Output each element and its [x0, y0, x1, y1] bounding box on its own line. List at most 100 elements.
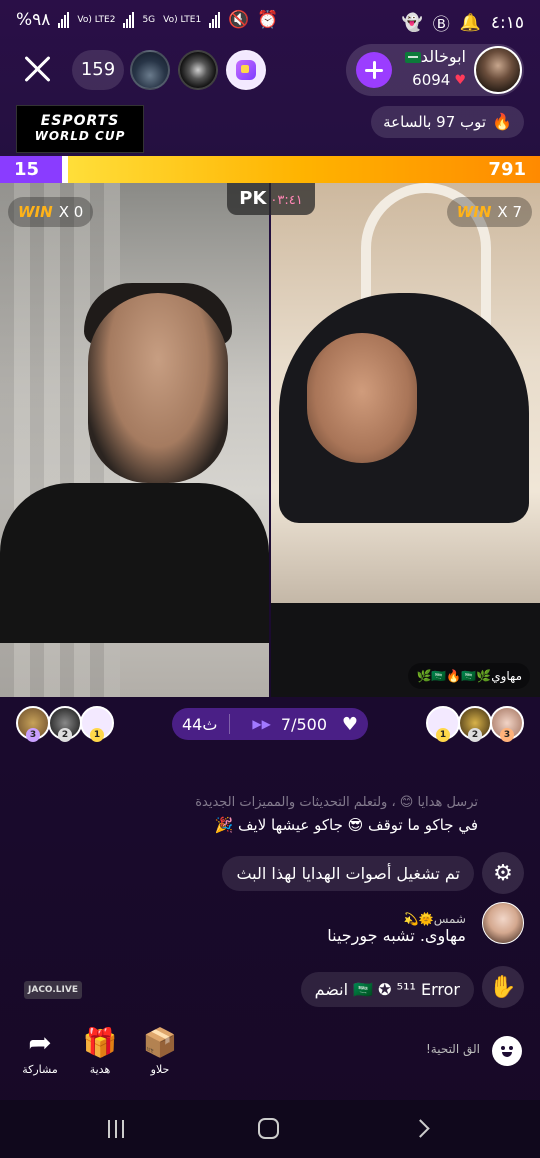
share-button[interactable]: ➦ مشاركة	[10, 1026, 70, 1076]
right-win-count: X 7	[497, 203, 522, 221]
follow-plus-icon[interactable]	[356, 52, 392, 88]
pk-label: PK	[239, 188, 267, 209]
right-win-badge: WIN X 7	[446, 197, 532, 227]
pk-timer-value: ٠٣:٤١	[270, 193, 303, 208]
rank-badge: 3	[500, 728, 514, 742]
pk-timer: PK ٠٣:٤١	[227, 183, 315, 215]
chat-message: مهاوى. تشبه جورجينا	[327, 926, 466, 945]
gift-sound-message: تم تشغيل أصوات الهدايا لهذا البث	[222, 856, 474, 891]
status-bar: %٩٨ Vo) LTE2 5G Vo) LTE1 🔇 ⏰ 👻 Ⓑ 🔔 ٤:١٥	[0, 0, 540, 44]
system-message-text: في جاكو ما توقف 😎 جاكو عيشها لايف 🎉	[214, 816, 478, 834]
system-navigation-bar	[0, 1100, 540, 1158]
event-logo-line2: WORLD CUP	[34, 129, 126, 143]
viewer-avatar[interactable]	[226, 50, 266, 90]
viewer-avatar[interactable]	[130, 50, 170, 90]
rank-badge: 3	[26, 728, 40, 742]
left-win-label: WIN	[18, 203, 53, 221]
chat-user-avatar[interactable]	[482, 902, 524, 944]
host-name-row: ابوخالد	[404, 47, 466, 66]
rank-badge: 2	[58, 728, 72, 742]
pk-right-score: 791	[488, 159, 526, 180]
host-video-feed[interactable]	[0, 183, 269, 697]
saudi-flag-icon	[404, 52, 421, 63]
sweets-button[interactable]: 📦 حلاو	[130, 1026, 190, 1076]
smiley-mouth	[502, 1052, 512, 1057]
signal-icon-3	[209, 12, 221, 28]
viewer-count[interactable]: 159	[72, 50, 124, 90]
gear-icon[interactable]: ⚙	[482, 852, 524, 894]
network-label-3: Vo) LTE1	[163, 14, 202, 25]
host-name: ابوخالد	[420, 47, 466, 66]
network-label-1: Vo) LTE2	[77, 14, 116, 25]
status-left: %٩٨ Vo) LTE2 5G Vo) LTE1 🔇 ⏰	[16, 10, 279, 30]
top-gifter-avatar[interactable]: 3	[16, 706, 50, 742]
esports-world-cup-logo[interactable]: ESPORTS WORLD CUP	[16, 105, 144, 153]
notification-icon: 🔔	[459, 12, 481, 33]
pk-score-bar: 15 791	[0, 156, 540, 183]
event-logo-line1: ESPORTS	[40, 113, 120, 129]
right-win-label: WIN	[456, 203, 492, 221]
top-gifter-avatar[interactable]: 3	[490, 706, 524, 742]
sweets-label: حلاو	[150, 1063, 170, 1076]
fire-icon: 🔥	[492, 112, 512, 131]
mute-icon: 🔇	[228, 10, 250, 30]
snapchat-icon: 👻	[401, 12, 423, 33]
goal-separator	[229, 714, 231, 734]
viewer-avatar[interactable]	[178, 50, 218, 90]
host-score: 6094	[412, 71, 451, 89]
hourly-rank-text: توب 97 بالساعة	[383, 113, 487, 131]
recent-apps-icon[interactable]	[108, 1120, 124, 1138]
clock: ٤:١٥	[490, 12, 524, 33]
left-win-count: X 0	[58, 203, 84, 221]
heart-icon: ♥	[341, 713, 358, 735]
smiley-icon[interactable]	[492, 1036, 522, 1066]
top-gifter-avatar[interactable]: 1	[426, 706, 460, 742]
heart-icon: ♥	[454, 72, 466, 88]
signal-icon-2	[123, 12, 135, 28]
battery-level: %٩٨	[16, 10, 51, 30]
guest-name-tag[interactable]: مهاوي🌿🇸🇦🔥🇸🇦🌿	[408, 663, 530, 689]
goal-coins: 44ث	[182, 714, 218, 734]
jaco-live-watermark: JACO.LIVE	[24, 981, 82, 999]
top-gifter-avatar[interactable]: 2	[458, 706, 492, 742]
pk-left-score: 15	[14, 159, 40, 180]
share-icon: ➦	[28, 1026, 52, 1059]
pk-right-fill	[65, 156, 540, 183]
host-face	[88, 293, 228, 483]
status-right: 👻 Ⓑ 🔔 ٤:١٥	[401, 10, 524, 36]
guest-video-feed[interactable]	[271, 183, 540, 697]
top-gifter-avatar[interactable]: 2	[48, 706, 82, 742]
gift-button[interactable]: 🎁 هدية	[70, 1026, 130, 1076]
rank-badge: 1	[436, 728, 450, 742]
alarm-icon: ⏰	[257, 10, 279, 30]
close-icon[interactable]	[20, 52, 54, 86]
host-avatar[interactable]	[474, 46, 522, 94]
rank-badge: 1	[90, 728, 104, 742]
sweets-box-icon: 📦	[142, 1026, 178, 1059]
rank-badge: 2	[468, 728, 482, 742]
hourly-rank-badge[interactable]: 🔥 توب 97 بالساعة	[371, 106, 524, 138]
fast-forward-icon: ▶▶	[252, 717, 271, 731]
system-message-faded: ترسل هدايا 😊 ، ولتعلم التحديثات والمميزا…	[195, 795, 478, 810]
join-message: 🇸🇦 ✪ ⁵¹¹ Error انضم	[300, 972, 474, 1007]
signal-icon	[58, 12, 70, 28]
share-label: مشاركة	[22, 1063, 58, 1076]
greeting-prompt[interactable]: الق التحية!	[426, 1042, 480, 1056]
chat-user-name[interactable]: شمس🌞💫	[404, 912, 466, 926]
guest-face	[307, 333, 417, 463]
top-gifter-avatar[interactable]: 1	[80, 706, 114, 742]
back-icon[interactable]	[411, 1119, 430, 1138]
b-app-icon: Ⓑ	[432, 15, 450, 35]
host-body	[0, 483, 269, 643]
host-score-row: 6094 ♥	[412, 71, 466, 89]
goal-progress-text: 7/500	[280, 714, 327, 734]
goal-progress-pill[interactable]: 44ث ▶▶ 7/500 ♥	[172, 708, 368, 740]
gift-icon: 🎁	[82, 1026, 118, 1059]
host-info-pill[interactable]: ابوخالد 6094 ♥	[346, 44, 524, 96]
wave-hand-icon[interactable]: ✋	[482, 966, 524, 1008]
live-stream-screen: %٩٨ Vo) LTE2 5G Vo) LTE1 🔇 ⏰ 👻 Ⓑ 🔔 ٤:١٥ …	[0, 0, 540, 1158]
gift-label: هدية	[89, 1063, 111, 1076]
left-win-badge: WIN X 0	[8, 197, 94, 227]
jaco-logo-icon	[236, 60, 256, 80]
home-icon[interactable]	[258, 1118, 279, 1139]
